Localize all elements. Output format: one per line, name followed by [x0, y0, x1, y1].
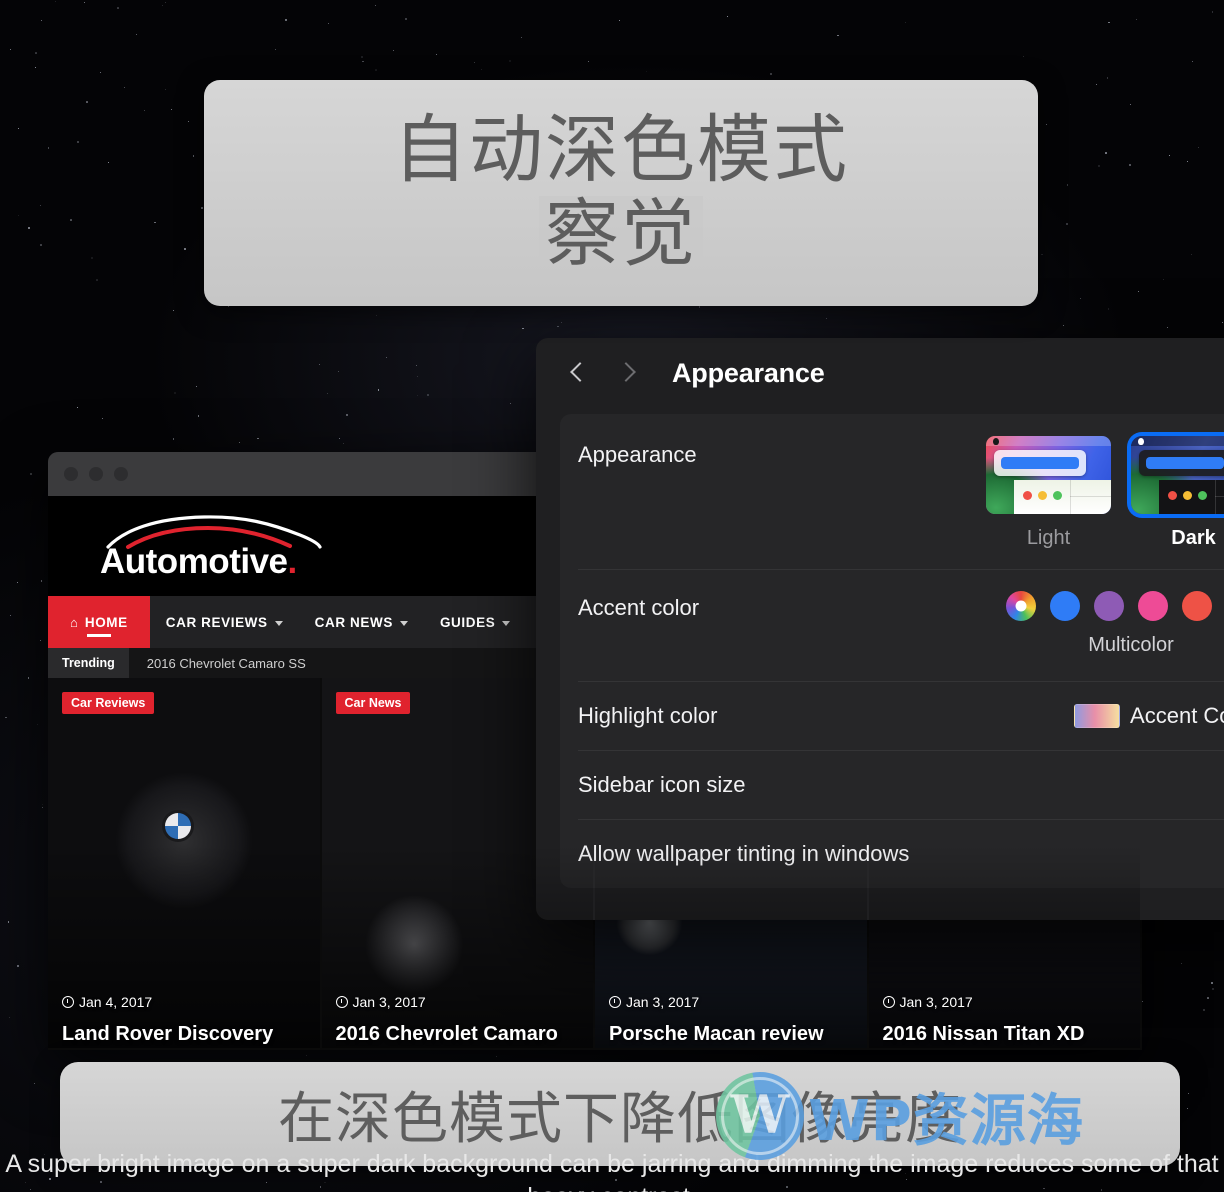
- top-caption-line2: 察觉: [539, 195, 703, 274]
- article-date: Jan 3, 2017: [609, 994, 699, 1010]
- appearance-option-label-light: Light: [1026, 527, 1071, 549]
- article-date: Jan 3, 2017: [335, 994, 426, 1010]
- nav-item-home[interactable]: ⌂ HOME: [48, 596, 150, 648]
- accent-swatch-purple[interactable]: [1094, 591, 1124, 621]
- thumbnail-dot-red: [1168, 491, 1177, 500]
- article-date: Jan 3, 2017: [882, 994, 973, 1010]
- thumbnail-dot-green: [1053, 491, 1062, 500]
- clock-icon: [882, 996, 895, 1008]
- chevron-down-icon: [502, 620, 511, 626]
- thumbnail-panel: [1159, 480, 1224, 514]
- article-card[interactable]: Jan 3, 2017 Porsche Macan review: [595, 678, 869, 1048]
- nav-item-guides[interactable]: GUIDES: [424, 596, 526, 648]
- dark-theme-thumbnail: [1131, 436, 1224, 514]
- thumbnail-divider: [1215, 496, 1224, 498]
- article-title[interactable]: Land Rover Discovery: [62, 1023, 310, 1046]
- accent-swatch-list: [1006, 591, 1224, 621]
- thumbnail-window: [1139, 450, 1224, 476]
- category-badge[interactable]: Car Reviews: [62, 692, 155, 714]
- thumbnail-menubar: [1131, 436, 1224, 446]
- thumbnail-dot-green: [1198, 491, 1207, 500]
- thumbnail-menubar: [986, 436, 1111, 446]
- row-accent-color: Accent color Multicolor: [560, 569, 1224, 681]
- article-card[interactable]: Jan 3, 2017 2016 Nissan Titan XD: [868, 678, 1142, 1048]
- accent-color-selected-label: Multicolor: [1088, 634, 1174, 656]
- card-gradient-overlay: [321, 678, 593, 1048]
- site-logo[interactable]: Automotive.: [100, 508, 340, 584]
- nav-item-car-reviews[interactable]: CAR REVIEWS: [150, 596, 299, 648]
- close-button[interactable]: [64, 467, 78, 481]
- thumbnail-selection-bar: [1146, 457, 1224, 469]
- article-title[interactable]: 2016 Chevrolet Camaro: [336, 1023, 584, 1046]
- card-gradient-overlay: [48, 678, 320, 1048]
- article-date: Jan 4, 2017: [62, 994, 152, 1010]
- article-card[interactable]: Car News Jan 3, 2017 2016 Chevrolet Cama…: [321, 678, 595, 1048]
- card-gradient-overlay: [868, 678, 1140, 1048]
- category-badge[interactable]: Car News: [335, 692, 411, 714]
- home-icon: ⌂: [70, 614, 78, 630]
- article-card[interactable]: Car Reviews Jan 4, 2017 Land Rover Disco…: [48, 678, 322, 1048]
- appearance-option-light[interactable]: Light: [986, 436, 1111, 550]
- row-label-accent-color: Accent color: [578, 595, 700, 620]
- site-logo-text: Automotive.: [100, 542, 297, 581]
- chevron-left-icon[interactable]: [566, 362, 588, 384]
- article-title[interactable]: 2016 Nissan Titan XD: [883, 1023, 1131, 1046]
- row-appearance: Appearance Light Dark: [560, 414, 1224, 569]
- apple-logo-icon: [1138, 437, 1144, 445]
- trending-item[interactable]: 2016 Chevrolet Camaro SS: [129, 656, 306, 671]
- top-caption-banner: 自动深色模式 察觉: [204, 80, 1038, 306]
- accent-swatch-multicolor[interactable]: [1006, 591, 1036, 621]
- highlight-color-value: Accent Color: [1130, 702, 1224, 728]
- trending-label: Trending: [48, 648, 129, 678]
- card-gradient-overlay: [595, 678, 867, 1048]
- top-caption-line1: 自动深色模式: [393, 107, 849, 194]
- thumbnail-dot-yellow: [1183, 491, 1192, 500]
- minimize-button[interactable]: [89, 467, 103, 481]
- accent-swatch-pink[interactable]: [1138, 591, 1168, 621]
- thumbnail-panel: [1014, 480, 1111, 514]
- article-card-grid: Car Reviews Jan 4, 2017 Land Rover Disco…: [48, 678, 1142, 1048]
- nav-item-car-news[interactable]: CAR NEWS: [299, 596, 424, 648]
- accent-swatch-red[interactable]: [1182, 591, 1212, 621]
- accent-swatch-blue[interactable]: [1050, 591, 1080, 621]
- light-theme-thumbnail: [986, 436, 1111, 514]
- screenshot-stage: Automotive. JannahWord ⌂ HOME CAR REVIEW…: [0, 0, 1224, 1192]
- clock-icon: [335, 996, 348, 1008]
- clock-icon: [62, 996, 74, 1008]
- chevron-down-icon: [274, 620, 283, 626]
- accent-color-options: Multicolor: [1006, 591, 1224, 657]
- thumbnail-dot-red: [1023, 491, 1032, 500]
- page-title: Appearance: [672, 357, 825, 388]
- chevron-right-icon[interactable]: [616, 362, 638, 384]
- clock-icon: [609, 996, 621, 1008]
- settings-toolbar: Appearance: [536, 338, 1224, 408]
- thumbnail-window: [994, 450, 1086, 476]
- bottom-caption-line1: 在深色模式下降低图像亮度: [278, 1086, 962, 1152]
- appearance-option-label-dark: Dark: [1171, 527, 1216, 549]
- article-title[interactable]: Porsche Macan review: [609, 1023, 857, 1046]
- thumbnail-selection-bar: [1001, 457, 1079, 469]
- page-blurb-text: A super bright image on a super dark bac…: [5, 1150, 1219, 1192]
- thumbnail-dot-yellow: [1038, 491, 1047, 500]
- appearance-options: Light Dark: [986, 436, 1224, 550]
- zoom-button[interactable]: [114, 467, 128, 481]
- row-label-appearance: Appearance: [578, 442, 697, 467]
- chevron-down-icon: [399, 620, 408, 626]
- thumbnail-divider: [1070, 496, 1111, 498]
- appearance-option-dark[interactable]: Dark: [1131, 436, 1224, 550]
- apple-logo-icon: [993, 437, 999, 445]
